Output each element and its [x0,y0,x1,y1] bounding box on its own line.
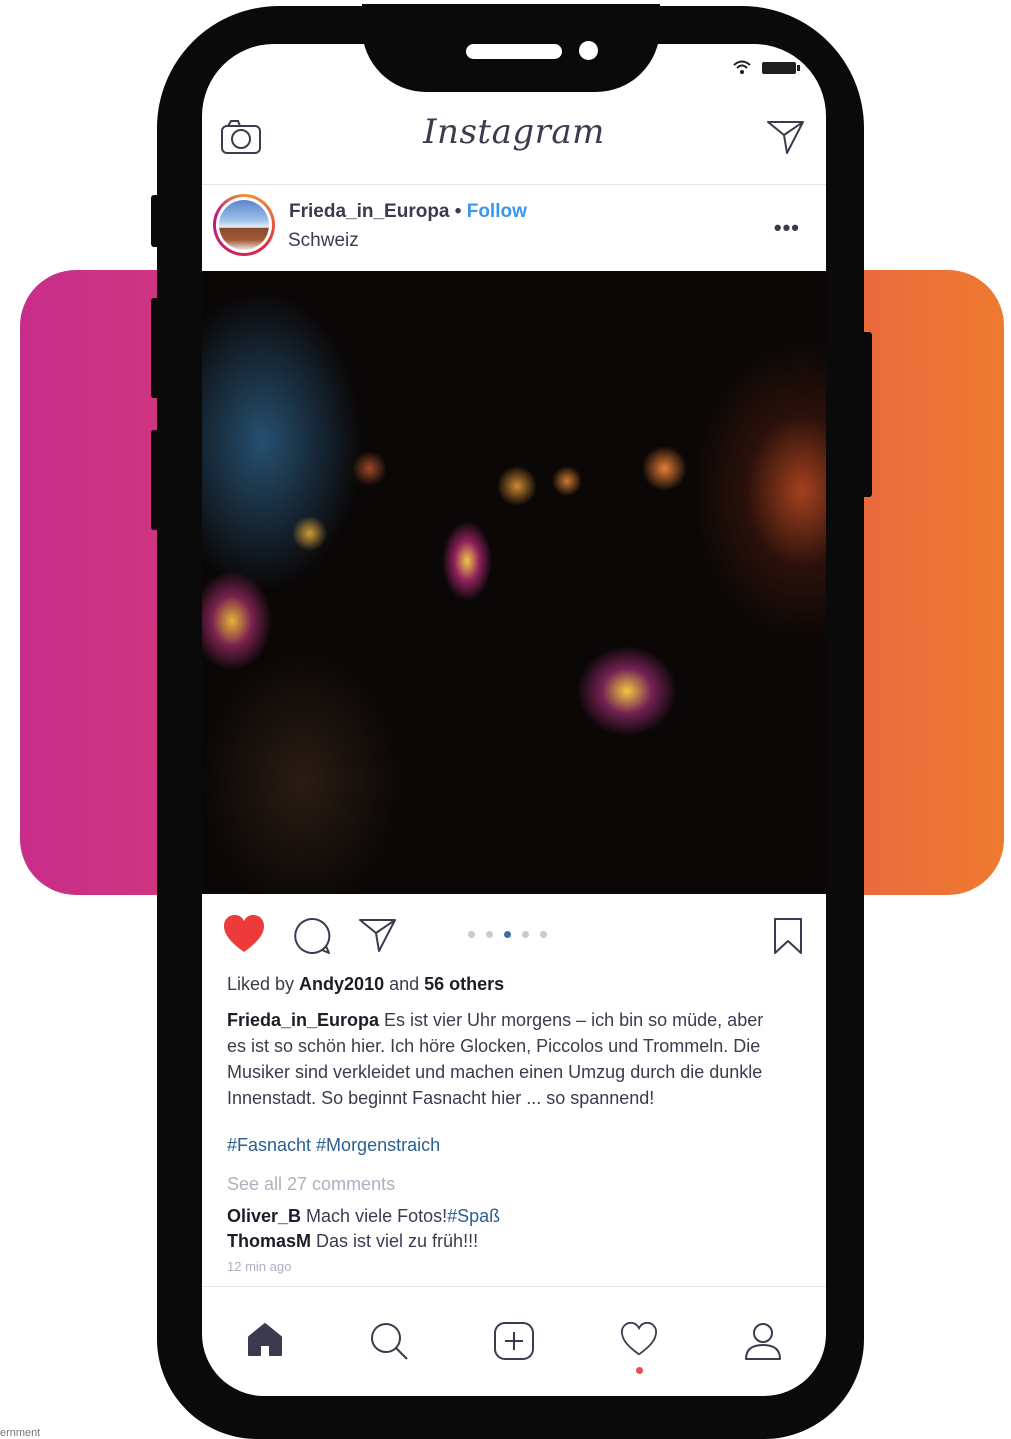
photo-light-3 [552,466,582,496]
liked-others[interactable]: 56 others [424,974,504,994]
share-icon[interactable] [358,916,398,954]
phone-silent-switch [151,195,159,247]
photo-light-5 [352,451,387,486]
likes-summary: Liked by Andy2010 and 56 others [227,974,504,995]
avatar-story-ring[interactable] [213,194,275,256]
bottom-navigation [202,1286,826,1396]
post-location[interactable]: Schweiz [288,230,359,252]
phone-volume-up [151,298,159,398]
photo-mask-figure [202,651,402,894]
comment-username[interactable]: Oliver_B [227,1206,301,1226]
phone-power-button [862,332,872,497]
search-icon[interactable] [369,1321,409,1361]
wifi-icon [733,60,751,74]
phone-front-camera [579,41,598,60]
post-timestamp: 12 min ago [227,1259,292,1274]
follow-button[interactable]: Follow [467,201,527,222]
phone-speaker [466,44,562,59]
caption-username[interactable]: Frieda_in_Europa [227,1010,379,1030]
see-all-comments-link[interactable]: See all 27 comments [227,1174,395,1195]
add-post-icon[interactable] [493,1321,535,1361]
post-caption: Frieda_in_Europa Es ist vier Uhr morgens… [227,1007,787,1111]
instagram-logo: Instagram [423,112,605,152]
photo-blur-orange [692,341,826,641]
footer-note: ernment [0,1427,41,1439]
bookmark-icon[interactable] [772,917,804,955]
liked-user[interactable]: Andy2010 [299,974,384,994]
liked-and: and [384,974,425,994]
comment-icon[interactable] [292,916,332,956]
app-header: Instagram [202,104,826,185]
post-username[interactable]: Frieda_in_Europa [289,201,450,222]
activity-heart-icon[interactable] [619,1321,659,1357]
separator-dot: • [454,201,462,222]
more-options-button[interactable]: ••• [774,215,800,241]
activity-notification-dot [636,1367,643,1374]
carousel-dot [540,931,547,938]
photo-lantern-center [442,521,492,601]
paper-plane-icon[interactable] [766,118,806,156]
comment-item: Oliver_B Mach viele Fotos!#Spaß [227,1206,500,1227]
photo-light-1 [642,446,687,491]
carousel-dot [522,931,529,938]
phone-screen: Instagram Frieda_in_Europa • Follow Schw… [202,44,826,1396]
status-bar [732,60,800,75]
avatar [216,197,272,253]
phone-volume-down [151,430,159,530]
post-actions [202,904,826,964]
photo-light-4 [292,516,327,551]
profile-icon[interactable] [743,1321,783,1361]
home-icon[interactable] [246,1321,284,1357]
comment-username[interactable]: ThomasM [227,1231,311,1251]
comment-text: Das ist viel zu früh!!! [311,1231,479,1251]
comment-text: Mach viele Fotos! [301,1206,448,1226]
caption-hashtags[interactable]: #Fasnacht #Morgenstraich [227,1135,440,1156]
carousel-dot [468,931,475,938]
liked-prefix: Liked by [227,974,300,994]
post-photo[interactable] [202,271,826,894]
photo-lantern-right [577,646,677,736]
avatar-image [219,200,269,250]
heart-filled-icon[interactable] [222,914,266,954]
post-header: Frieda_in_Europa • Follow Schweiz ••• [202,185,826,271]
comment-item: ThomasM Das ist viel zu früh!!! [227,1231,478,1252]
carousel-dot-active [504,931,511,938]
post-username-line: Frieda_in_Europa • Follow [289,201,527,223]
photo-light-2 [497,466,537,506]
carousel-dot [486,931,493,938]
battery-icon [762,61,800,74]
carousel-indicator [468,931,547,938]
comment-hashtag[interactable]: #Spaß [447,1206,500,1226]
photo-blur-blue [202,291,362,591]
